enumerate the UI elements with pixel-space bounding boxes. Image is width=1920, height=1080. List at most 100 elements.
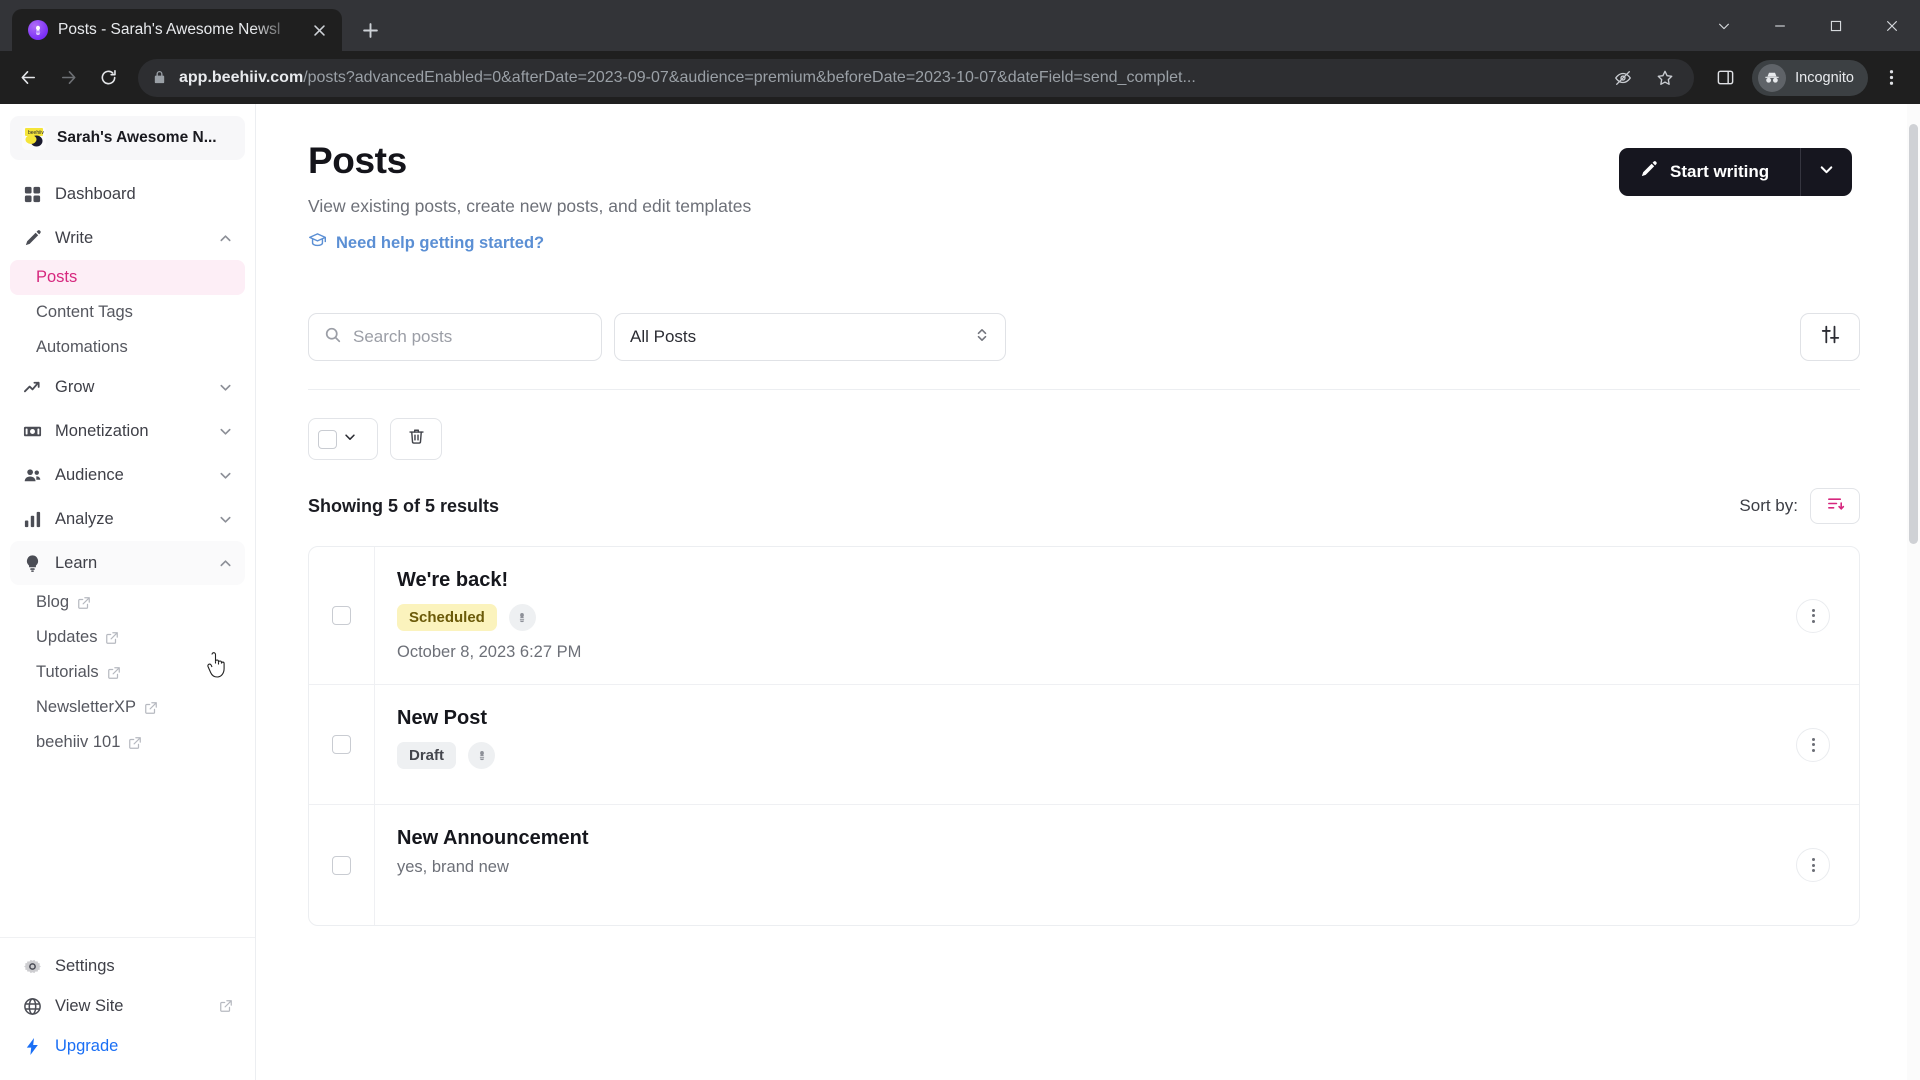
external-link-icon [128,736,142,750]
chevron-down-icon [1818,161,1835,183]
sort-button[interactable] [1810,488,1860,524]
table-row[interactable]: New Post Draft [309,685,1859,805]
tracking-protection-off-icon[interactable] [1608,63,1638,93]
help-link-label: Need help getting started? [336,233,545,252]
table-row[interactable]: We're back! Scheduled October 8, 2023 6:… [309,547,1859,685]
search-posts-field[interactable] [308,313,602,361]
bulk-actions-bar [308,418,1860,460]
post-title[interactable]: New Post [397,707,1767,730]
svg-text:beehiiv: beehiiv [28,130,44,136]
reload-icon[interactable] [90,60,126,96]
people-icon [22,465,42,485]
help-link[interactable]: Need help getting started? [308,231,544,255]
sidebar-label: NewsletterXP [36,698,136,716]
table-row[interactable]: New Announcement yes, brand new [309,805,1859,925]
bee-icon [508,604,536,631]
sidebar-item-write[interactable]: Write [10,216,245,260]
close-icon[interactable] [306,17,332,43]
sidebar-label: Posts [36,268,78,286]
page-scrollbar[interactable] [1907,104,1920,1080]
start-writing-dropdown[interactable] [1800,148,1852,196]
incognito-icon [1758,63,1787,92]
sidebar-label: Learn [55,553,98,572]
bulk-select-dropdown[interactable] [308,418,378,460]
sidebar-item-beehiiv-101[interactable]: beehiiv 101 [10,725,245,760]
profile-chip[interactable]: Incognito [1752,59,1868,96]
bar-chart-icon [22,509,42,529]
sidebar-item-automations[interactable]: Automations [10,330,245,365]
row-actions [1767,547,1859,684]
sidebar-item-tutorials[interactable]: Tutorials [10,655,245,690]
gear-icon [22,956,42,976]
row-checkbox[interactable] [332,855,351,875]
sidebar-item-updates[interactable]: Updates [10,620,245,655]
chevron-down-icon[interactable] [218,380,233,395]
chevron-up-icon[interactable] [218,556,233,571]
sidebar-item-content-tags[interactable]: Content Tags [10,295,245,330]
close-window-icon[interactable] [1864,0,1920,51]
advanced-filters-button[interactable] [1800,313,1860,361]
sidebar-item-grow[interactable]: Grow [10,365,245,409]
kebab-menu-icon[interactable] [1796,727,1830,762]
sidebar-item-monetization[interactable]: Monetization [10,409,245,453]
sidebar-label: Write [55,228,94,247]
sidebar-item-blog[interactable]: Blog [10,585,245,620]
post-meta: Draft [397,742,1767,769]
sidebar-label: Grow [55,377,95,396]
kebab-menu-icon[interactable] [1796,848,1830,882]
chevron-down-icon[interactable] [218,512,233,527]
sidebar-label: Analyze [55,509,114,528]
profile-label: Incognito [1795,69,1854,86]
browser-tab[interactable]: Posts - Sarah's Awesome Newsl [12,9,342,51]
external-link-icon [77,596,91,610]
kebab-menu-icon[interactable] [1796,598,1830,633]
star-icon[interactable] [1650,63,1680,93]
minimize-icon[interactable] [1752,0,1808,51]
row-checkbox[interactable] [332,606,351,625]
start-writing-button[interactable]: Start writing [1619,148,1800,196]
sidebar-item-learn[interactable]: Learn [10,541,245,585]
back-arrow-icon[interactable] [10,60,46,96]
row-content: New Post Draft [375,685,1767,804]
pencil-icon [1639,160,1658,184]
new-tab-icon[interactable] [352,12,388,48]
side-panel-icon[interactable] [1706,59,1744,97]
row-checkbox-cell [309,685,375,804]
chevron-down-icon[interactable] [218,424,233,439]
bulk-select-checkbox[interactable] [318,429,337,449]
audience-select-value: All Posts [630,327,697,346]
sidebar-item-view-site[interactable]: View Site [10,986,245,1026]
sidebar-item-newsletterxp[interactable]: NewsletterXP [10,690,245,725]
post-title[interactable]: We're back! [397,569,1767,592]
page-viewport: beehiiv Sarah's Awesome N... Dashboard W… [0,104,1920,1080]
page-scroll-thumb[interactable] [1909,124,1918,544]
chevron-down-icon[interactable] [343,430,357,449]
chevron-down-icon[interactable] [218,468,233,483]
sidebar-label: Settings [55,956,115,975]
audience-select[interactable]: All Posts [614,313,1006,361]
three-dot-menu-icon[interactable] [1872,59,1910,97]
sidebar-item-audience[interactable]: Audience [10,453,245,497]
sort-control: Sort by: [1739,488,1860,524]
address-bar[interactable]: app.beehiiv.com/posts?advancedEnabled=0&… [138,58,1695,97]
sidebar-item-analyze[interactable]: Analyze [10,497,245,541]
row-checkbox[interactable] [332,735,351,754]
maximize-icon[interactable] [1808,0,1864,51]
sidebar-nav: Dashboard Write Posts Content Tags Autom… [0,166,255,937]
post-title[interactable]: New Announcement [397,827,1767,850]
sidebar-label: Upgrade [55,1036,119,1055]
chevron-up-icon[interactable] [218,231,233,246]
minimize-to-tray-icon[interactable] [1696,0,1752,51]
sidebar-item-posts[interactable]: Posts [10,260,245,295]
search-input[interactable] [353,327,586,347]
publication-switcher[interactable]: beehiiv Sarah's Awesome N... [10,116,245,160]
bulk-delete-button[interactable] [390,418,442,460]
divider [308,389,1860,390]
sidebar-item-upgrade[interactable]: Upgrade [10,1026,245,1066]
chevron-up-down-icon [974,327,990,348]
search-icon [324,326,342,349]
sidebar-label: Updates [36,628,98,646]
browser-window: Posts - Sarah's Awesome Newsl app.beehii… [0,0,1920,1080]
sidebar-item-dashboard[interactable]: Dashboard [10,172,245,216]
sidebar-item-settings[interactable]: Settings [10,946,245,986]
